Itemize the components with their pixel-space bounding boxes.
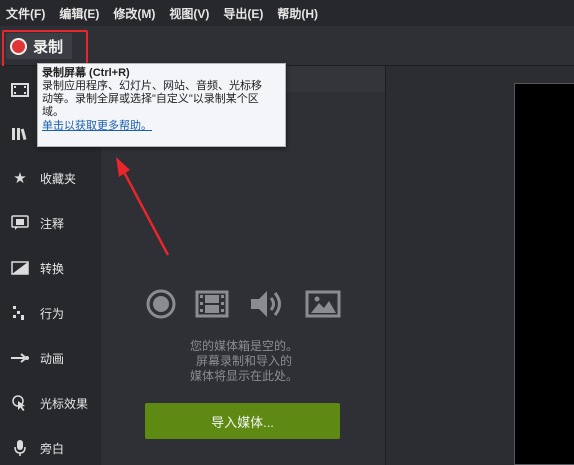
sidebar-item-label: 注释 <box>40 216 65 231</box>
record-outline-icon <box>145 288 177 325</box>
sidebar-item-behaviors[interactable]: 行为 <box>0 293 101 333</box>
tooltip-description-line: 动等。录制全屏或选择"自定义"以录制某个区 <box>42 93 259 105</box>
menu-modify[interactable]: 修改(M) <box>113 5 155 22</box>
star-icon: ★ <box>13 170 27 187</box>
record-tooltip: 录制屏幕 (Ctrl+R) 录制应用程序、幻灯片、网站、音频、光标移 动等。录制… <box>37 63 286 147</box>
tooltip-help-link[interactable]: 单击以获取更多帮助。 <box>42 119 281 133</box>
sidebar-item-narration[interactable]: 旁白 <box>0 428 101 465</box>
empty-media-message: 您的媒体箱是空的。 屏幕录制和导入的 媒体将显示在此处。 <box>159 339 329 384</box>
tooltip-description-line: 录制应用程序、幻灯片、网站、音频、光标移 <box>42 80 262 92</box>
transition-icon <box>10 258 30 278</box>
library-icon <box>10 124 30 144</box>
menu-edit[interactable]: 编辑(E) <box>59 5 99 22</box>
sidebar-item-label: 收藏夹 <box>40 171 77 186</box>
animation-icon <box>10 348 30 368</box>
menu-export[interactable]: 导出(E) <box>223 5 263 22</box>
tooltip-description-line: 域。 <box>42 106 64 118</box>
sidebar-item-annotations[interactable]: 注释 <box>0 203 101 243</box>
sidebar-item-label: 动画 <box>40 351 65 366</box>
sidebar-item-label: 转换 <box>40 261 65 276</box>
menu-bar: 文件(F) 编辑(E) 修改(M) 视图(V) 导出(E) 帮助(H) <box>0 0 574 26</box>
import-media-button[interactable]: 导入媒体... <box>145 403 340 439</box>
sidebar-item-transitions[interactable]: 转换 <box>0 248 101 288</box>
empty-message-line: 屏幕录制和导入的 <box>195 354 292 368</box>
sidebar-item-label: 光标效果 <box>40 396 89 411</box>
cursor-effect-icon <box>10 393 30 413</box>
film-icon <box>10 80 30 100</box>
sidebar-item-animations[interactable]: 动画 <box>0 338 101 378</box>
sidebar-item-label: 行为 <box>40 306 65 321</box>
menu-help[interactable]: 帮助(H) <box>277 5 318 22</box>
sidebar-item-cursor-effects[interactable]: 光标效果 <box>0 383 101 423</box>
sidebar-item-favorites[interactable]: ★ 收藏夹 <box>0 158 101 198</box>
image-icon <box>305 288 341 325</box>
tooltip-description: 录制应用程序、幻灯片、网站、音频、光标移 动等。录制全屏或选择"自定义"以录制某… <box>42 80 281 119</box>
tooltip-title: 录制屏幕 (Ctrl+R) <box>42 67 130 79</box>
empty-message-line: 您的媒体箱是空的。 <box>189 339 298 353</box>
canvas-preview[interactable] <box>514 83 574 465</box>
sidebar-item-label: 旁白 <box>40 441 65 456</box>
menu-file[interactable]: 文件(F) <box>6 5 45 22</box>
annotation-icon <box>10 213 30 233</box>
microphone-icon <box>10 438 30 458</box>
media-type-icons <box>145 288 345 322</box>
empty-message-line: 媒体将显示在此处。 <box>189 369 298 383</box>
menu-view[interactable]: 视图(V) <box>169 5 209 22</box>
camtasia-window: 文件(F) 编辑(E) 修改(M) 视图(V) 导出(E) 帮助(H) 录制 ★… <box>0 0 574 465</box>
video-icon <box>195 288 229 325</box>
audio-icon <box>249 288 285 325</box>
canvas-area <box>385 66 574 465</box>
behavior-icon <box>10 303 30 323</box>
